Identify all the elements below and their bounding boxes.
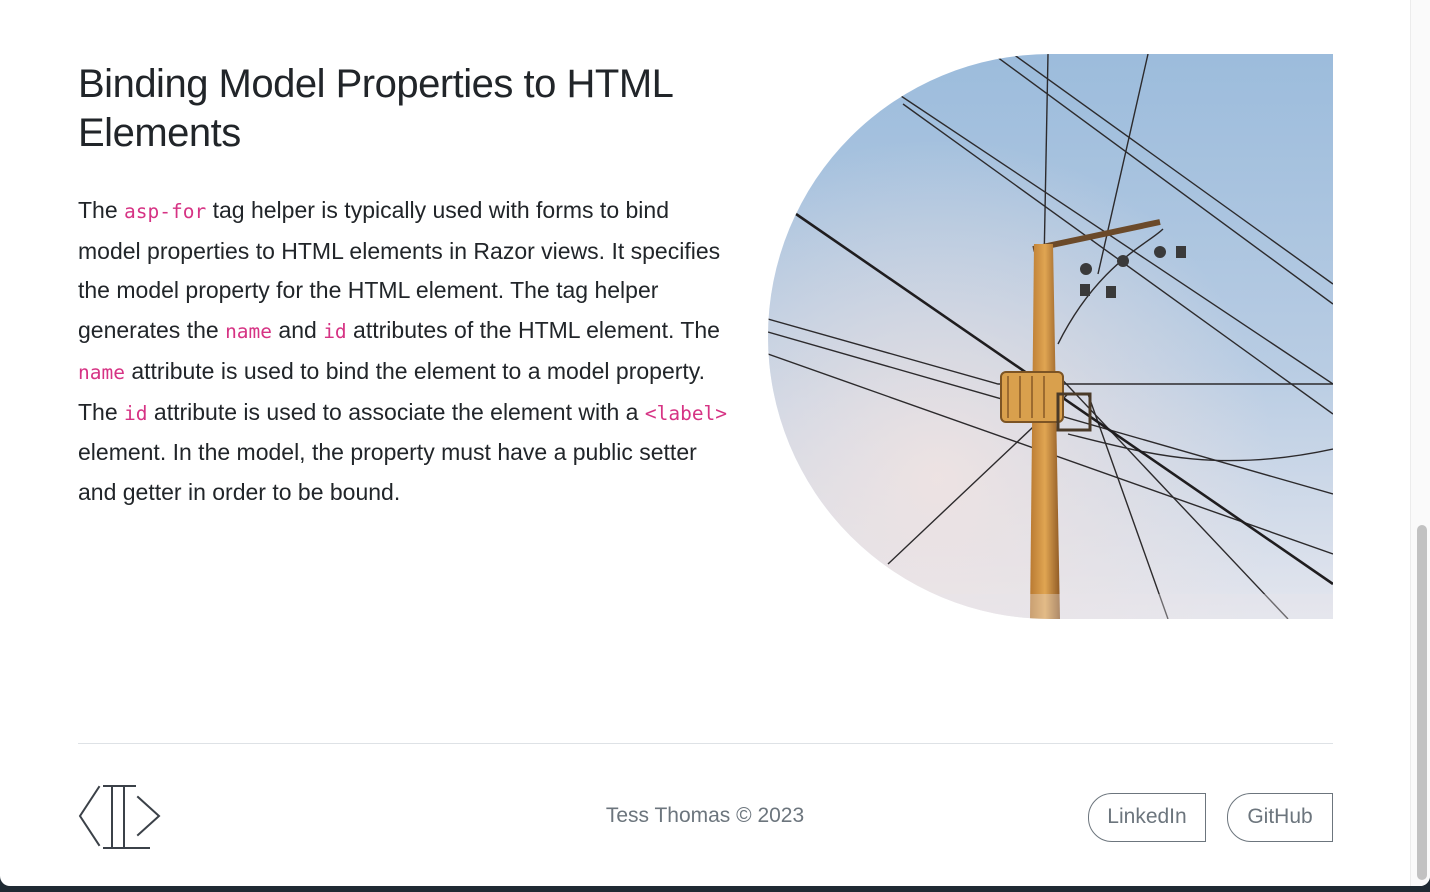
inline-code: asp-for (124, 200, 207, 223)
inline-code: id (124, 401, 148, 425)
footer-copyright: Tess Thomas © 2023 (605, 804, 805, 827)
inline-code: name (225, 320, 273, 344)
footer-divider (78, 743, 1333, 744)
text-cursor-brackets-icon[interactable] (77, 784, 163, 850)
paragraph-text: The (78, 197, 125, 223)
browser-viewport: Binding Model Properties to HTML Element… (0, 0, 1430, 886)
scrollbar-track[interactable] (1410, 0, 1430, 886)
paragraph-text: attributes of the HTML element. The (346, 317, 720, 344)
paragraph-text: attribute is used to associate the eleme… (147, 398, 645, 425)
utility-pole-photo (768, 54, 1333, 619)
linkedin-button[interactable]: LinkedIn (1088, 793, 1206, 842)
inline-code: <label> (644, 401, 728, 425)
paragraph-text: and (272, 317, 324, 344)
paragraph-text: element. In the model, the property must… (78, 439, 697, 505)
github-button[interactable]: GitHub (1227, 793, 1333, 842)
article-paragraph: The asp-for tag helper is typically used… (78, 191, 738, 513)
page-title: Binding Model Properties to HTML Element… (78, 62, 672, 155)
inline-code: name (78, 360, 125, 384)
scrollbar-thumb[interactable] (1417, 525, 1427, 880)
inline-code: id (323, 320, 347, 344)
